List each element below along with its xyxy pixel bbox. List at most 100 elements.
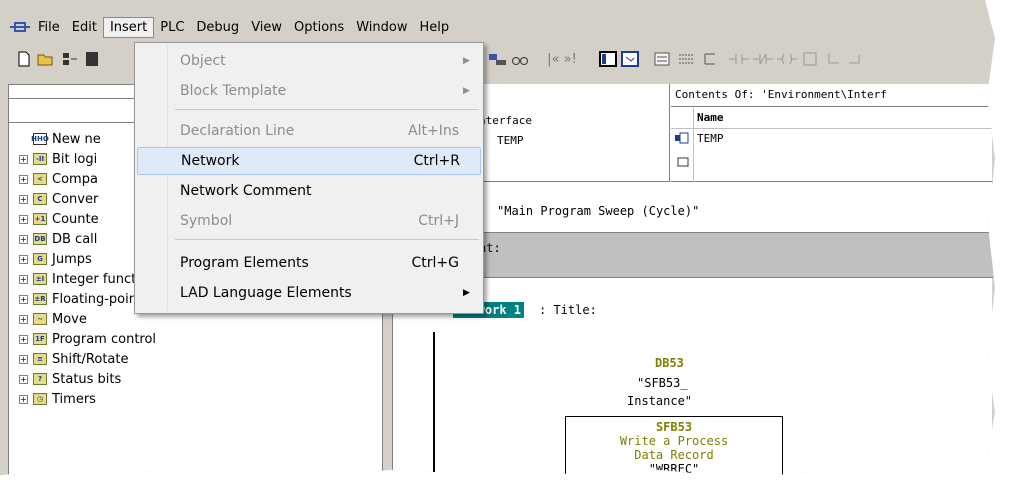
tree-item-status-bits[interactable]: + ? Status bits <box>19 369 121 389</box>
menu-edit[interactable]: Edit <box>66 18 103 37</box>
save-icon[interactable] <box>84 50 100 68</box>
app-icon[interactable] <box>10 22 30 32</box>
submenu-arrow-icon: ▶ <box>463 288 470 298</box>
empty-row-icon <box>675 156 691 172</box>
tree-item-db-call[interactable]: + DB DB call <box>19 229 97 249</box>
expand-icon[interactable]: + <box>19 274 28 284</box>
monitor-glasses-icon[interactable] <box>510 50 530 68</box>
expand-icon[interactable]: + <box>19 154 28 164</box>
network-title[interactable]: : Title: <box>539 303 597 317</box>
expand-icon[interactable]: + <box>19 334 28 344</box>
menu-item-block-template[interactable]: Block Template ▶ <box>137 77 481 105</box>
expand-icon[interactable]: + <box>19 294 28 304</box>
close-branch-arrow-icon[interactable] <box>846 50 866 68</box>
timers-icon: ◷ <box>33 393 47 405</box>
tree-item-label: Jumps <box>52 251 92 267</box>
menu-shortcut: Ctrl+R <box>413 153 460 169</box>
floating-point-icon: ±R <box>33 293 47 305</box>
tree-item-bit-logic[interactable]: + -II Bit logi <box>19 149 97 169</box>
menu-bar: File Edit Insert PLC Debug View Options … <box>0 14 995 40</box>
details-window-icon[interactable] <box>620 50 640 68</box>
new-network-tool-icon[interactable] <box>652 50 672 68</box>
open-branch-arrow-icon[interactable] <box>824 50 844 68</box>
tree-item-converter[interactable]: + C Conver <box>19 189 98 209</box>
tree-item-new-network[interactable]: HHO New ne <box>31 129 101 149</box>
menu-options[interactable]: Options <box>288 18 350 37</box>
submenu-arrow-icon: ▶ <box>463 86 470 96</box>
menu-shortcut: Ctrl+G <box>411 255 460 271</box>
instance-db-name[interactable]: DB53 <box>655 356 684 370</box>
menu-item-lad-language-elements[interactable]: LAD Language Elements ▶ <box>137 279 481 307</box>
expand-icon[interactable]: + <box>19 214 28 224</box>
instance-db-symbol-line2: Instance" <box>627 394 693 408</box>
branch-close-icon[interactable] <box>700 50 720 68</box>
integer-function-icon: ±I <box>33 273 47 285</box>
menu-file[interactable]: File <box>32 18 66 37</box>
converter-icon: C <box>33 193 47 205</box>
expand-icon[interactable]: + <box>19 354 28 364</box>
menu-item-declaration-line[interactable]: Declaration Line Alt+Ins <box>137 117 481 145</box>
new-file-icon[interactable] <box>16 50 32 68</box>
download-icon[interactable] <box>488 50 508 68</box>
tree-item-label: Conver <box>52 191 99 207</box>
menu-item-symbol[interactable]: Symbol Ctrl+J <box>137 207 481 235</box>
tree-item-shift-rotate[interactable]: + ≡ Shift/Rotate <box>19 349 129 369</box>
db-call-icon: DB <box>33 233 47 245</box>
tree-item-program-control[interactable]: + 1F Program control <box>19 329 156 349</box>
interface-contents: Contents Of: 'Environment\Interf Name TE… <box>671 84 993 182</box>
menu-item-program-elements[interactable]: Program Elements Ctrl+G <box>137 249 481 277</box>
expand-icon[interactable]: + <box>19 314 28 324</box>
tree-item-counter[interactable]: + +1 Counte <box>19 209 99 229</box>
normally-closed-contact-icon[interactable] <box>752 50 774 68</box>
interface-temp-item[interactable]: TEMP <box>497 134 524 147</box>
menu-item-network-comment[interactable]: Network Comment <box>137 177 481 205</box>
program-control-icon: 1F <box>33 333 47 345</box>
move-icon: ~ <box>33 313 47 325</box>
branch-open-icon[interactable] <box>676 50 696 68</box>
jumps-icon: G <box>33 253 47 265</box>
status-bits-icon: ? <box>33 373 47 385</box>
column-header-name[interactable]: Name <box>697 111 724 124</box>
contents-row-temp[interactable]: TEMP <box>697 132 724 145</box>
ob-title: "Main Program Sweep (Cycle)" <box>497 204 700 218</box>
expand-icon[interactable]: + <box>19 234 28 244</box>
menu-separator <box>175 239 479 240</box>
tree-item-label: Bit logi <box>52 151 98 167</box>
menu-help[interactable]: Help <box>413 18 455 37</box>
insert-menu-dropdown: Object ▶ Block Template ▶ Declaration Li… <box>134 42 484 314</box>
menu-insert[interactable]: Insert <box>102 16 155 38</box>
tree-item-label: Status bits <box>52 371 122 387</box>
empty-box-icon[interactable] <box>800 50 820 68</box>
tree-item-label: Program control <box>52 331 157 347</box>
navigate-back-forward-icon[interactable]: |« »! <box>536 50 588 68</box>
expand-icon[interactable]: + <box>19 374 28 384</box>
interface-title: nterface <box>479 114 532 127</box>
accessible-nodes-icon[interactable] <box>60 50 80 68</box>
expand-icon[interactable]: + <box>19 194 28 204</box>
power-rail <box>433 332 435 479</box>
tree-item-label: New ne <box>52 131 101 147</box>
menu-shortcut: Alt+Ins <box>408 123 459 139</box>
open-folder-icon[interactable] <box>36 50 56 68</box>
menu-debug[interactable]: Debug <box>190 18 245 37</box>
instance-db-symbol-line1: "SFB53_ <box>637 376 688 390</box>
coil-icon[interactable] <box>776 50 798 68</box>
expand-icon[interactable]: + <box>19 174 28 184</box>
menu-item-network[interactable]: Network Ctrl+R <box>137 147 481 175</box>
tree-item-jumps[interactable]: + G Jumps <box>19 249 92 269</box>
tree-item-label: Compa <box>52 171 98 187</box>
expand-icon[interactable]: + <box>19 394 28 404</box>
menu-item-object[interactable]: Object ▶ <box>137 47 481 75</box>
tree-item-timers[interactable]: + ◷ Timers <box>19 389 96 409</box>
expand-icon[interactable]: + <box>19 254 28 264</box>
normally-open-contact-icon[interactable] <box>728 50 750 68</box>
tree-item-label: Move <box>52 311 87 327</box>
overview-window-icon[interactable] <box>598 50 618 68</box>
menu-plc[interactable]: PLC <box>154 18 190 37</box>
menu-window[interactable]: Window <box>350 18 413 37</box>
sfb-block[interactable]: SFB53 Write a Process Data Record "WRREC… <box>565 416 783 479</box>
tree-item-comparator[interactable]: + < Compa <box>19 169 98 189</box>
menu-view[interactable]: View <box>245 18 288 37</box>
tree-item-move[interactable]: + ~ Move <box>19 309 87 329</box>
contents-header: Contents Of: 'Environment\Interf <box>675 88 887 101</box>
